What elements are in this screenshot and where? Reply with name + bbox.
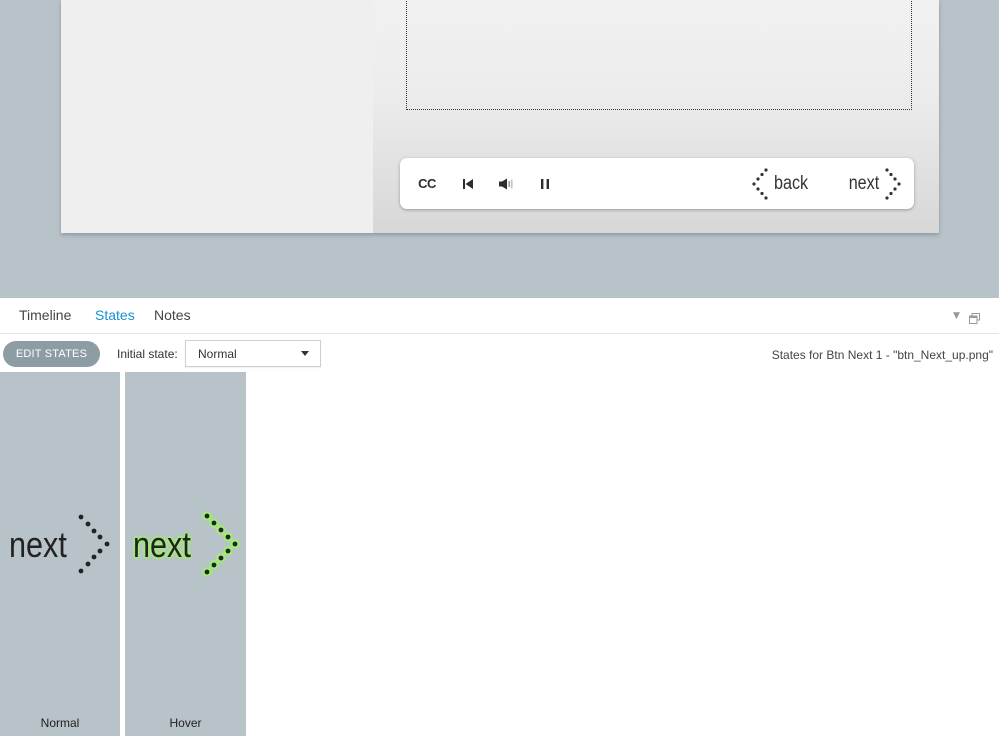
back-label: back bbox=[773, 172, 809, 194]
panel-tab-bar: Timeline States Notes ▼ bbox=[0, 298, 999, 334]
slide: CC back next bbox=[61, 0, 939, 233]
state-art-text-hover: next bbox=[133, 524, 191, 565]
back-button[interactable]: back bbox=[750, 158, 812, 209]
state-label-hover: Hover bbox=[169, 716, 202, 730]
stage-canvas: CC back next bbox=[0, 0, 999, 298]
dotted-chevron-left-icon bbox=[752, 167, 768, 200]
dropdown-arrow-icon[interactable]: ▼ bbox=[953, 311, 960, 321]
next-button[interactable]: next bbox=[845, 158, 903, 209]
tab-timeline[interactable]: Timeline bbox=[19, 307, 71, 323]
state-art-hover: next bbox=[125, 510, 246, 584]
slide-right-panel: CC back next bbox=[373, 0, 939, 233]
cc-label: CC bbox=[418, 176, 436, 191]
cc-button[interactable]: CC bbox=[414, 158, 440, 209]
states-toolbar: EDIT STATES Initial state: Normal States… bbox=[0, 335, 999, 372]
slide-left-panel bbox=[61, 0, 373, 233]
state-label-normal: Normal bbox=[40, 716, 80, 730]
volume-button[interactable] bbox=[494, 158, 518, 209]
initial-state-value: Normal bbox=[198, 347, 237, 361]
chevron-down-icon bbox=[301, 351, 309, 356]
prev-button[interactable] bbox=[458, 158, 478, 209]
state-thumbnail-hover[interactable]: next Hover bbox=[125, 372, 246, 736]
skip-back-icon bbox=[463, 178, 473, 189]
dotted-chevron-right-icon bbox=[885, 167, 901, 200]
states-for-caption: States for Btn Next 1 - "btn_Next_up.png… bbox=[771, 348, 993, 362]
pause-icon bbox=[541, 178, 549, 189]
float-window-icon[interactable] bbox=[969, 309, 980, 328]
content-placeholder[interactable] bbox=[406, 0, 912, 110]
state-art-text-normal: next bbox=[9, 524, 67, 565]
initial-state-label: Initial state: bbox=[117, 347, 178, 361]
next-label: next bbox=[848, 172, 880, 194]
state-thumbnail-normal[interactable]: next Normal bbox=[0, 372, 120, 736]
pause-button[interactable] bbox=[535, 158, 555, 209]
tab-states[interactable]: States bbox=[95, 307, 135, 323]
tab-notes[interactable]: Notes bbox=[154, 307, 191, 323]
player-controls-bar: CC back next bbox=[400, 158, 914, 209]
state-art-normal: next bbox=[0, 510, 120, 584]
initial-state-select[interactable]: Normal bbox=[185, 340, 321, 367]
edit-states-button[interactable]: EDIT STATES bbox=[3, 341, 100, 367]
volume-icon bbox=[499, 178, 513, 189]
states-list: next Normal next Hover bbox=[0, 372, 999, 736]
